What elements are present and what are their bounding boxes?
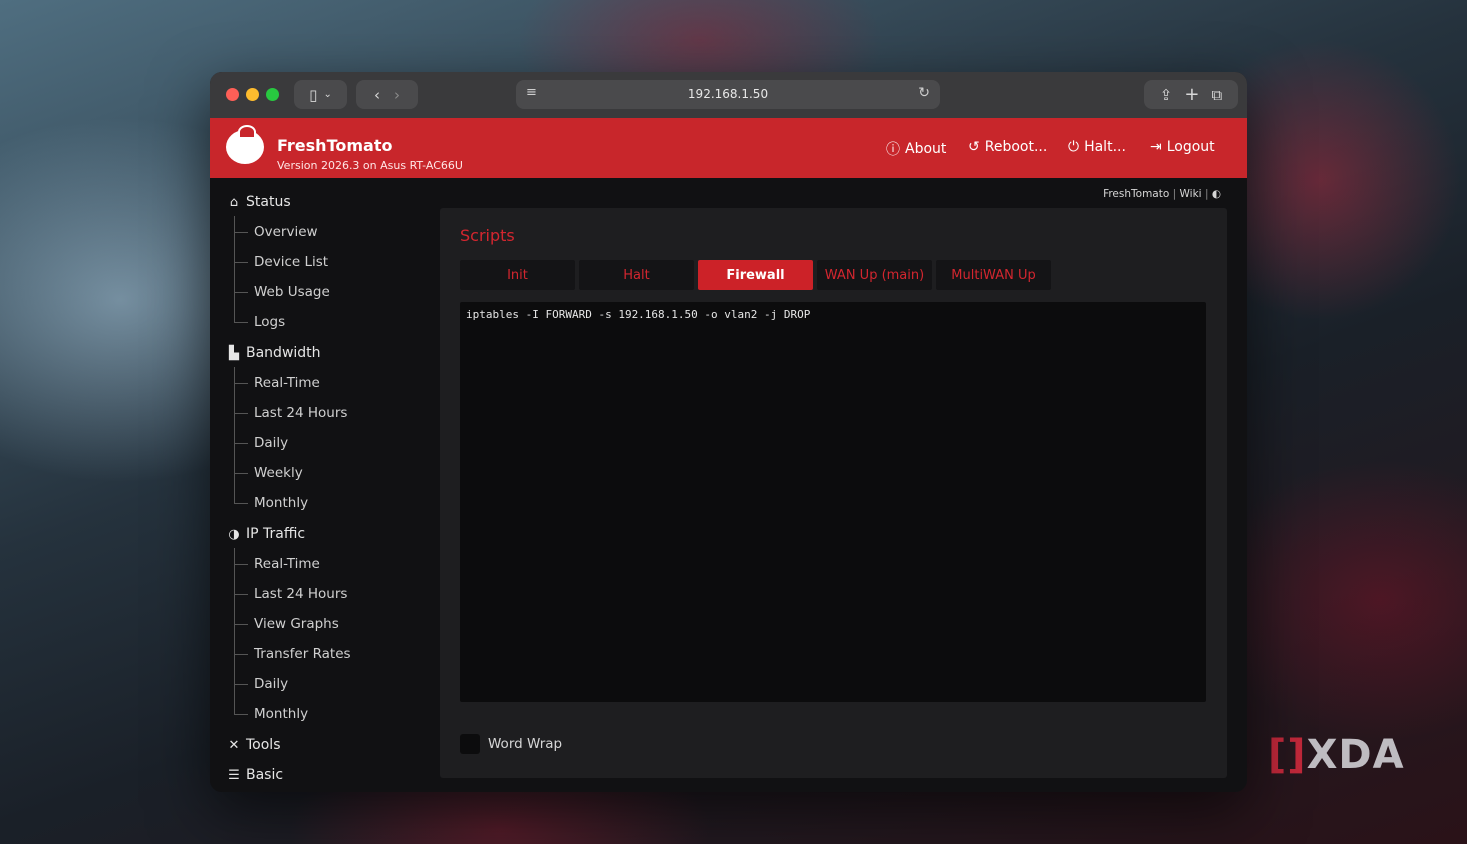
topline-brand: FreshTomato xyxy=(1103,188,1170,200)
reboot-icon: ↺ xyxy=(968,139,980,155)
server-icon: ☰ xyxy=(228,767,240,783)
tab-firewall[interactable]: Firewall xyxy=(698,260,813,290)
toolbar-right: ⇪ + ⧉ xyxy=(1144,80,1238,109)
tools-icon: ✕ xyxy=(228,737,240,753)
tomato-logo xyxy=(226,125,264,164)
panel-title: Scripts xyxy=(460,226,515,245)
sidebar-item-ip-transfer-rates[interactable]: Transfer Rates xyxy=(254,644,351,664)
sidebar-item-web-usage[interactable]: Web Usage xyxy=(254,282,330,302)
bar-chart-icon: ▙ xyxy=(229,345,239,361)
browser-window: ▯ ⌄ ‹ › ≡ 192.168.1.50 ↻ ⇪ + ⧉ FreshToma… xyxy=(210,72,1247,792)
url-text: 192.168.1.50 xyxy=(687,87,769,101)
sidebar-item-ip-view-graphs[interactable]: View Graphs xyxy=(254,614,339,634)
zoom-window-button[interactable] xyxy=(266,88,279,101)
share-icon[interactable]: ⇪ xyxy=(1160,86,1173,104)
sidebar-item-device-list[interactable]: Device List xyxy=(254,252,328,272)
logout-icon: ⇥ xyxy=(1150,139,1162,155)
word-wrap-checkbox[interactable] xyxy=(460,734,480,754)
tab-wan-up-main[interactable]: WAN Up (main) xyxy=(817,260,932,290)
wiki-link[interactable]: Wiki xyxy=(1180,188,1202,200)
minimize-window-button[interactable] xyxy=(246,88,259,101)
reload-icon[interactable]: ↻ xyxy=(918,85,930,101)
history-nav: ‹ › xyxy=(356,80,418,109)
sidebar-section-tools[interactable]: ✕ Tools xyxy=(226,734,281,756)
sidebar-toggle-button[interactable]: ▯ ⌄ xyxy=(294,80,347,109)
script-text: iptables -I FORWARD -s 192.168.1.50 -o v… xyxy=(466,308,811,321)
script-editor[interactable]: iptables -I FORWARD -s 192.168.1.50 -o v… xyxy=(460,302,1206,702)
sidebar-item-bw-monthly[interactable]: Monthly xyxy=(254,493,308,513)
sidebar-item-bw-realtime[interactable]: Real-Time xyxy=(254,373,320,393)
logout-link[interactable]: ⇥ Logout xyxy=(1150,139,1215,155)
sidebar-section-basic[interactable]: ☰ Basic xyxy=(226,764,283,786)
tab-halt[interactable]: Halt xyxy=(579,260,694,290)
xda-watermark: []XDA xyxy=(1268,732,1405,778)
theme-toggle-icon[interactable]: ◐ xyxy=(1212,188,1221,200)
halt-link[interactable]: ⏻ Halt... xyxy=(1068,139,1126,155)
info-icon: ⓘ xyxy=(886,142,900,158)
sidebar-item-overview[interactable]: Overview xyxy=(254,222,318,242)
tab-overview-icon[interactable]: ⧉ xyxy=(1211,86,1222,104)
tab-multiwan-up[interactable]: MultiWAN Up xyxy=(936,260,1051,290)
sidebar-item-ip-daily[interactable]: Daily xyxy=(254,674,288,694)
version-text: Version 2026.3 on Asus RT-AC66U xyxy=(277,159,463,172)
power-icon: ⏻ xyxy=(1068,139,1080,155)
chevron-down-icon: ⌄ xyxy=(323,89,332,100)
freshtomato-header: FreshTomato Version 2026.3 on Asus RT-AC… xyxy=(210,118,1247,178)
brand-name: FreshTomato xyxy=(277,136,393,155)
sidebar-icon: ▯ xyxy=(309,85,318,104)
top-links: FreshTomato | Wiki | ◐ xyxy=(1103,188,1221,200)
sidebar-item-logs[interactable]: Logs xyxy=(254,312,285,332)
reboot-link[interactable]: ↺ Reboot... xyxy=(968,139,1047,155)
sidebar-section-bandwidth[interactable]: ▙ Bandwidth xyxy=(226,342,321,364)
sidebar-item-bw-weekly[interactable]: Weekly xyxy=(254,463,303,483)
back-icon[interactable]: ‹ xyxy=(374,86,380,104)
forward-icon[interactable]: › xyxy=(394,86,400,104)
address-bar[interactable]: ≡ 192.168.1.50 ↻ xyxy=(516,80,940,109)
scripts-panel: Scripts Init Halt Firewall WAN Up (main)… xyxy=(440,208,1227,778)
tab-init[interactable]: Init xyxy=(460,260,575,290)
about-link[interactable]: ⓘ About xyxy=(886,139,946,159)
sidebar-item-ip-realtime[interactable]: Real-Time xyxy=(254,554,320,574)
word-wrap-label: Word Wrap xyxy=(488,736,563,752)
sidebar-item-ip-last24[interactable]: Last 24 Hours xyxy=(254,584,347,604)
sidebar-section-status[interactable]: ⌂ Status xyxy=(226,191,291,213)
sidebar-section-ip-traffic[interactable]: ◑ IP Traffic xyxy=(226,523,305,545)
content-area: ⌂ Status Overview Device List Web Usage … xyxy=(210,178,1247,792)
sidebar-item-ip-monthly[interactable]: Monthly xyxy=(254,704,308,724)
close-window-button[interactable] xyxy=(226,88,239,101)
sidebar-item-bw-last24[interactable]: Last 24 Hours xyxy=(254,403,347,423)
sidebar-item-bw-daily[interactable]: Daily xyxy=(254,433,288,453)
word-wrap-row: Word Wrap xyxy=(460,734,562,754)
new-tab-icon[interactable]: + xyxy=(1184,84,1199,105)
sidebar-nav: ⌂ Status Overview Device List Web Usage … xyxy=(210,178,420,792)
home-icon: ⌂ xyxy=(229,194,239,210)
pie-chart-icon: ◑ xyxy=(228,526,240,542)
browser-titlebar: ▯ ⌄ ‹ › ≡ 192.168.1.50 ↻ ⇪ + ⧉ xyxy=(210,72,1247,118)
